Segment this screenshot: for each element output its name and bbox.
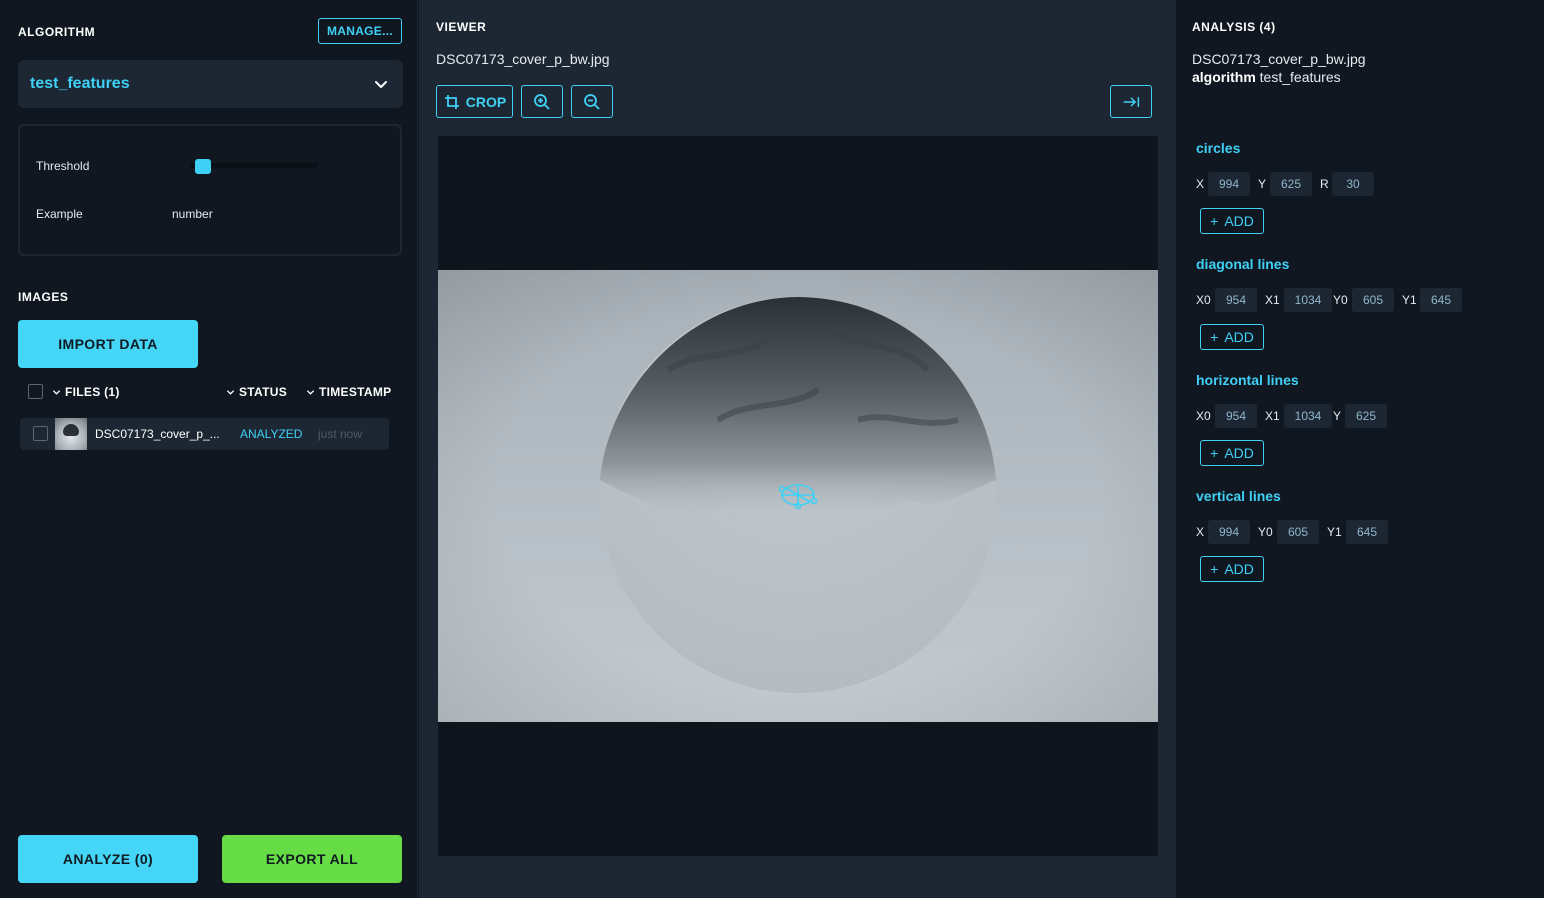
add-button-label: ADD [1224, 213, 1254, 229]
vertical-y1-field[interactable]: 645 [1346, 520, 1388, 544]
select-all-checkbox[interactable] [28, 384, 43, 399]
algorithm-select[interactable]: test_features [18, 60, 403, 108]
manage-algorithms-button[interactable]: MANAGE... [318, 18, 402, 44]
field-label: Y0 [1258, 525, 1273, 539]
files-column-label: FILES (1) [65, 385, 120, 399]
viewer-filename: DSC07173_cover_p_bw.jpg [436, 51, 610, 67]
field-label: X [1196, 177, 1205, 191]
timestamp-column-label: TIMESTAMP [319, 385, 392, 399]
param-label-threshold: Threshold [36, 159, 90, 173]
field-label: X1 [1265, 293, 1280, 307]
horizontal-x1-field[interactable]: 1034 [1284, 404, 1332, 428]
plus-icon: + [1210, 213, 1219, 229]
circle-r-field[interactable]: 30 [1332, 172, 1374, 196]
collapse-panel-icon [1123, 96, 1140, 107]
vertical-x-field[interactable]: 994 [1208, 520, 1250, 544]
chevron-down-icon [226, 389, 235, 395]
algorithm-parameters: Threshold Example number [18, 124, 402, 256]
zoom-in-button[interactable] [521, 85, 563, 118]
status-column-label: STATUS [239, 385, 288, 399]
crop-button[interactable]: CROP [436, 85, 513, 118]
param-label-example: Example [36, 207, 83, 221]
field-label: X0 [1196, 293, 1211, 307]
collapse-analysis-button[interactable] [1110, 85, 1152, 118]
threshold-slider-handle[interactable] [194, 159, 211, 174]
field-label: Y1 [1402, 293, 1417, 307]
file-thumbnail [55, 418, 87, 450]
file-row[interactable]: DSC07173_cover_p_... ANALYZED just now [20, 418, 389, 450]
add-horizontal-line-button[interactable]: + ADD [1200, 440, 1264, 466]
field-label: Y0 [1333, 293, 1348, 307]
algorithm-section-title: ALGORITHM [18, 25, 96, 39]
viewer-panel: VIEWER DSC07173_cover_p_bw.jpg CROP [419, 0, 1176, 898]
crop-icon [444, 94, 459, 109]
field-label: Y [1333, 409, 1342, 423]
images-section-title: IMAGES [18, 290, 69, 304]
circle-y-field[interactable]: 625 [1270, 172, 1312, 196]
left-panel: ALGORITHM MANAGE... test_features Thresh… [0, 0, 418, 898]
plus-icon: + [1210, 329, 1219, 345]
diagonal-x1-field[interactable]: 1034 [1284, 288, 1332, 312]
diagonal-x0-field[interactable]: 954 [1215, 288, 1257, 312]
import-data-button[interactable]: IMPORT DATA [18, 320, 198, 368]
analyze-button[interactable]: ANALYZE (0) [18, 835, 198, 883]
crop-button-label: CROP [465, 93, 507, 110]
circle-x-field[interactable]: 994 [1208, 172, 1250, 196]
group-title-horizontal-lines: horizontal lines [1196, 372, 1299, 388]
horizontal-x0-field[interactable]: 954 [1215, 404, 1257, 428]
add-circle-button[interactable]: + ADD [1200, 208, 1264, 234]
algorithm-select-value: test_features [30, 75, 130, 92]
chevron-down-icon [375, 81, 387, 88]
algorithm-value: test_features [1259, 69, 1341, 85]
add-vertical-line-button[interactable]: + ADD [1200, 556, 1264, 582]
analysis-filename: DSC07173_cover_p_bw.jpg [1192, 51, 1366, 67]
plus-icon: + [1210, 445, 1219, 461]
group-title-circles: circles [1196, 140, 1241, 156]
zoom-out-button[interactable] [571, 85, 613, 118]
zoom-out-icon [584, 93, 600, 110]
timestamp-column-header[interactable]: TIMESTAMP [306, 385, 391, 399]
file-name: DSC07173_cover_p_... [95, 427, 220, 441]
viewer-section-title: VIEWER [436, 20, 487, 34]
file-timestamp: just now [318, 427, 363, 441]
field-label: Y1 [1327, 525, 1342, 539]
analysis-panel: ANALYSIS (4) DSC07173_cover_p_bw.jpg alg… [1176, 0, 1544, 898]
group-title-vertical-lines: vertical lines [1196, 488, 1281, 504]
plus-icon: + [1210, 561, 1219, 577]
diagonal-y0-field[interactable]: 605 [1352, 288, 1394, 312]
status-column-header[interactable]: STATUS [226, 385, 287, 399]
chevron-down-icon [306, 389, 315, 395]
param-value-example: number [172, 207, 213, 221]
group-title-diagonal-lines: diagonal lines [1196, 256, 1290, 272]
chevron-down-icon [52, 389, 61, 395]
analysis-section-title: ANALYSIS (4) [1192, 20, 1276, 34]
zoom-in-icon [534, 93, 550, 110]
file-row-checkbox[interactable] [33, 426, 48, 441]
field-label: R [1320, 177, 1329, 191]
algorithm-key: algorithm [1192, 69, 1256, 85]
field-label: X [1196, 525, 1205, 539]
analyzed-image [438, 270, 1158, 722]
image-canvas[interactable] [438, 136, 1158, 856]
export-all-button[interactable]: EXPORT ALL [222, 835, 402, 883]
file-status: ANALYZED [240, 427, 303, 441]
horizontal-y-field[interactable]: 625 [1345, 404, 1387, 428]
add-button-label: ADD [1224, 561, 1254, 577]
field-label: X0 [1196, 409, 1211, 423]
vertical-y0-field[interactable]: 605 [1277, 520, 1319, 544]
diagonal-y1-field[interactable]: 645 [1420, 288, 1462, 312]
field-label: X1 [1265, 409, 1280, 423]
field-label: Y [1258, 177, 1267, 191]
add-button-label: ADD [1224, 445, 1254, 461]
analysis-algorithm: algorithm test_features [1192, 69, 1341, 85]
files-column-header[interactable]: FILES (1) [52, 385, 120, 399]
add-button-label: ADD [1224, 329, 1254, 345]
add-diagonal-line-button[interactable]: + ADD [1200, 324, 1264, 350]
